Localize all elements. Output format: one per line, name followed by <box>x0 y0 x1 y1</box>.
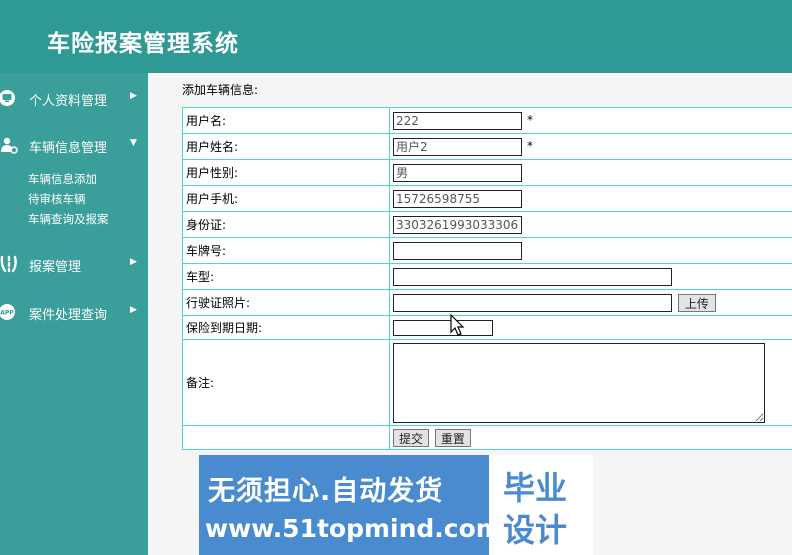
form-row: 提交 重置 <box>182 425 792 450</box>
field-label: 用户名: <box>182 107 390 134</box>
car-model-input[interactable] <box>393 267 672 286</box>
user-gear-icon <box>1 137 18 154</box>
subitem-vehicle-query[interactable]: 车辆查询及报案 <box>28 211 109 227</box>
app-icon-text: APP <box>0 309 14 316</box>
chevron-right-icon: ▶ <box>130 91 137 101</box>
field-label: 保险到期日期: <box>182 315 390 340</box>
vehicle-form: 用户名: * 用户姓名: * 用户性别: 用户手机: 身份证: 车牌号: 车型: <box>182 107 792 450</box>
form-row: 用户名: * <box>182 107 792 134</box>
sidebar-item-label: 车辆信息管理 <box>29 141 108 156</box>
sidebar-item-case-query[interactable]: APP 案件处理查询 ▶ <box>0 297 148 327</box>
field-label: 用户手机: <box>182 185 390 212</box>
phone-input[interactable] <box>393 189 522 208</box>
app-icon: APP <box>0 304 15 320</box>
field-label: 备注: <box>182 339 390 426</box>
banner-badge-line2: 设计 <box>503 511 568 549</box>
field-label: 用户姓名: <box>182 133 390 160</box>
sidebar-item-profile[interactable]: 个人资料管理 ▶ <box>0 83 148 113</box>
app-header: 车险报案管理系统 <box>0 0 792 73</box>
insurance-expiry-input[interactable] <box>393 319 493 336</box>
user-name-input[interactable] <box>393 137 522 156</box>
sidebar-item-vehicle[interactable]: 车辆信息管理 ▼ <box>0 130 148 160</box>
form-row: 用户手机: <box>182 185 792 212</box>
chevron-down-icon: ▼ <box>130 138 137 148</box>
field-label: 车牌号: <box>182 237 390 264</box>
subitem-add-vehicle[interactable]: 车辆信息添加 <box>28 171 97 187</box>
sidebar-item-label: 个人资料管理 <box>29 94 108 109</box>
empty-cell <box>182 425 390 450</box>
banner-slogan: 无须担心.自动发货 <box>208 476 444 507</box>
username-input[interactable] <box>393 111 522 130</box>
sidebar-item-label: 报案管理 <box>29 260 82 275</box>
remarks-textarea[interactable] <box>393 342 765 423</box>
submit-button[interactable]: 提交 <box>393 428 430 447</box>
field-label: 身份证: <box>182 211 390 238</box>
form-row: 备注: <box>182 339 792 426</box>
reset-button[interactable]: 重置 <box>434 428 471 447</box>
gender-input[interactable] <box>393 163 522 182</box>
form-row: 保险到期日期: <box>182 315 792 340</box>
field-label: 车型: <box>182 263 390 290</box>
banner-badge-line1: 毕业 <box>503 469 568 507</box>
form-row: 车型: <box>182 263 792 290</box>
banner-badge: 毕业 设计 <box>489 455 593 555</box>
plate-number-input[interactable] <box>393 241 522 260</box>
subitem-pending-vehicles[interactable]: 待审核车辆 <box>28 191 86 207</box>
form-row: 身份证: <box>182 211 792 238</box>
form-row: 车牌号: <box>182 237 792 264</box>
sidebar-item-label: 案件处理查询 <box>29 308 108 323</box>
watermark-banner: 无须担心.自动发货 www.51topmind.com 毕业 设计 <box>199 455 593 555</box>
sidebar: 个人资料管理 ▶ 车辆信息管理 ▼ 车辆信息添加 待审核车辆 车辆查询及报案 报… <box>0 73 148 555</box>
banner-url: www.51topmind.com <box>205 514 502 543</box>
required-mark: * <box>527 113 533 127</box>
form-row: 行驶证照片: 上传 <box>182 289 792 316</box>
form-row: 用户性别: <box>182 159 792 186</box>
field-label: 用户性别: <box>182 159 390 186</box>
form-row: 用户姓名: * <box>182 133 792 160</box>
upload-button[interactable]: 上传 <box>677 293 716 312</box>
road-icon <box>0 255 17 273</box>
monitor-icon <box>0 90 15 106</box>
sidebar-item-claims[interactable]: 报案管理 ▶ <box>0 249 148 279</box>
license-photo-input[interactable] <box>393 293 672 312</box>
mouse-cursor-icon <box>450 314 465 336</box>
chevron-right-icon: ▶ <box>130 257 137 267</box>
chevron-right-icon: ▶ <box>130 305 137 315</box>
field-label: 行驶证照片: <box>182 289 390 316</box>
required-mark: * <box>527 139 533 153</box>
page-title: 添加车辆信息: <box>182 83 259 97</box>
id-card-input[interactable] <box>393 215 522 234</box>
app-title: 车险报案管理系统 <box>47 31 239 57</box>
